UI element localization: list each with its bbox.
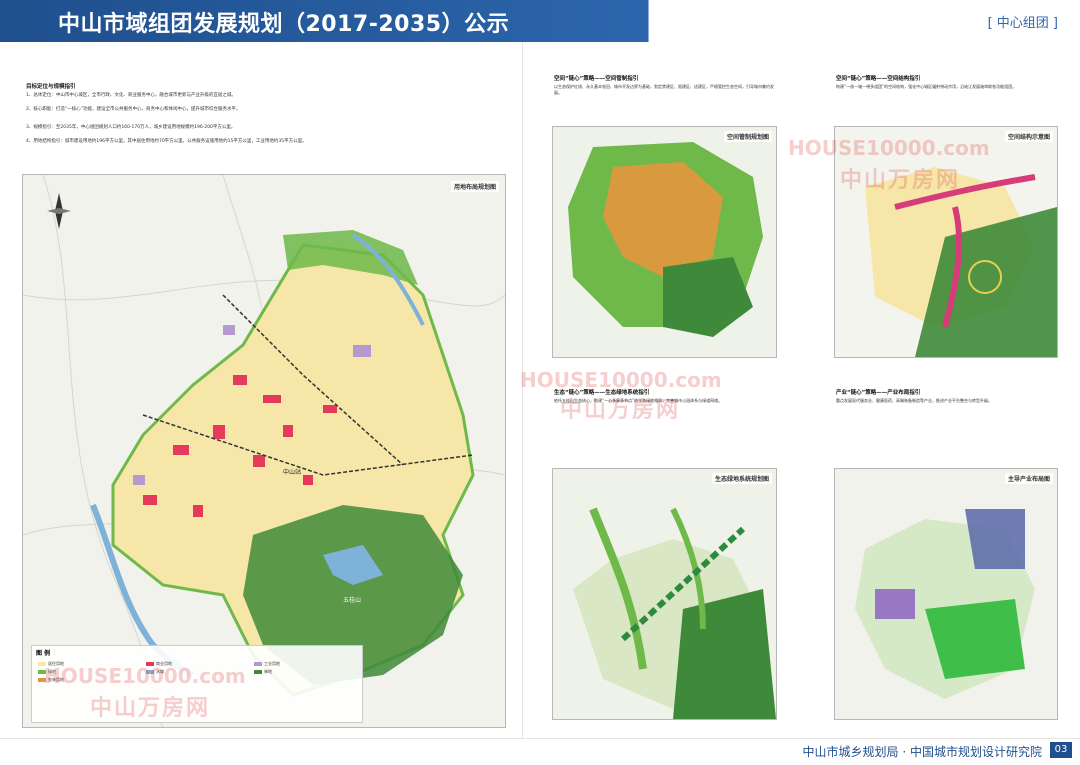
panel-industry-heading: 产业“链心”策略——产业布局指引	[836, 390, 921, 396]
land-use-map: 用地布局规划图 中山站 五桂山 图 例 居住用地 商业用地 工业用地 绿地 水域 林地 农林…	[22, 174, 506, 728]
space-control-graphic	[553, 127, 776, 357]
legend-item: 林地	[254, 669, 356, 675]
watermark-en-2: HOUSE10000.com	[788, 136, 990, 160]
legend-swatch	[254, 670, 262, 674]
paragraph-3: 3、规模指引：至2035年，中心组团规划人口约160-170万人，城乡建设用地规…	[26, 125, 236, 130]
industry-graphic	[835, 469, 1057, 719]
legend-title: 图 例	[36, 650, 51, 657]
ecology-graphic	[553, 469, 776, 719]
space-control-map-title: 空间管制规划图	[723, 131, 772, 142]
place-label-station: 中山站	[283, 469, 302, 476]
panel-space-control: 空间“链心”策略——空间管制指引 以生态保护红线、永久基本农田、城市开发边界为基…	[552, 70, 777, 360]
left-panel: 目标定位与规模指引 1、总体定位：中山市中心城区，全市行政、文化、商业服务中心，…	[22, 68, 510, 728]
space-structure-map: 空间结构示意图	[834, 126, 1058, 358]
watermark-en: HOUSE10000.com	[44, 664, 246, 688]
industry-map-title: 主导产业布局图	[1004, 473, 1053, 484]
panel-space-structure-text: 构建“一核一轴一带多组团”的空间结构，强化中心城区辐射带动作用，沿岐江发展轴串联…	[836, 84, 1017, 89]
page-divider	[522, 42, 523, 742]
land-use-map-title: 用地布局规划图	[450, 181, 499, 192]
page-number: 03	[1050, 742, 1072, 758]
panel-ecology-text: 依托五桂山生态核心，构建“一心多廊多节点”的生态绿地格局，完善城市公园体系与绿道…	[554, 398, 723, 403]
legend-label: 林地	[264, 669, 272, 674]
place-label-mountain: 五桂山	[343, 597, 362, 604]
industry-map: 主导产业布局图	[834, 468, 1058, 720]
space-structure-map-title: 空间结构示意图	[1004, 131, 1053, 142]
section-tag: [ 中心组团 ]	[987, 16, 1058, 31]
panel-space-structure-heading: 空间“链心”策略——空间结构指引	[836, 76, 921, 82]
legend-item: 工业用地	[254, 661, 356, 667]
legend-swatch	[254, 662, 262, 666]
paragraph-2: 2、核心职能：打造“一核心”功能，建设全市公共服务中心、商务中心和休闲中心，提升…	[26, 107, 241, 112]
panel-ecology-heading: 生态“链心”策略——生态绿地系统指引	[554, 390, 650, 396]
panel-space-structure: 空间“链心”策略——空间结构指引 构建“一核一轴一带多组团”的空间结构，强化中心…	[834, 70, 1058, 360]
footer-text: 中山市城乡规划局 · 中国城市规划设计研究院	[802, 745, 1042, 759]
panel-industry-text: 重点发展现代服务业、健康医药、高端装备制造等产业，推进产业平台整合与转型升级。	[836, 398, 992, 403]
ecology-map-title: 生态绿地系统规划图	[711, 473, 772, 484]
panel-space-control-heading: 空间“链心”策略——空间管制指引	[554, 76, 639, 82]
paragraph-4: 4、用地结构指引：城市建设用地约196平方公里，其中居住用地约70平方公里，公共…	[26, 139, 307, 144]
legend-label: 工业用地	[264, 661, 280, 666]
paragraph-1: 1、总体定位：中山市中心城区，全市行政、文化、商业服务中心，融合城市更新与产业升…	[26, 93, 236, 98]
space-control-map: 空间管制规划图	[552, 126, 777, 358]
watermark-cn-2: 中山万房网	[840, 168, 961, 193]
panel-industry: 产业“链心”策略——产业布局指引 重点发展现代服务业、健康医药、高端装备制造等产…	[834, 384, 1058, 720]
page-title: 中山市域组团发展规划（2017-2035）公示	[58, 12, 510, 37]
watermark-cn: 中山万房网	[90, 696, 211, 721]
section-heading: 目标定位与规模指引	[26, 84, 76, 90]
panel-ecology: 生态“链心”策略——生态绿地系统指引 依托五桂山生态核心，构建“一心多廊多节点”…	[552, 384, 777, 720]
panel-space-control-text: 以生态保护红线、永久基本农田、城市开发边界为基础，划定禁建区、限建区、适建区，严…	[554, 84, 774, 95]
ecology-map: 生态绿地系统规划图	[552, 468, 777, 720]
